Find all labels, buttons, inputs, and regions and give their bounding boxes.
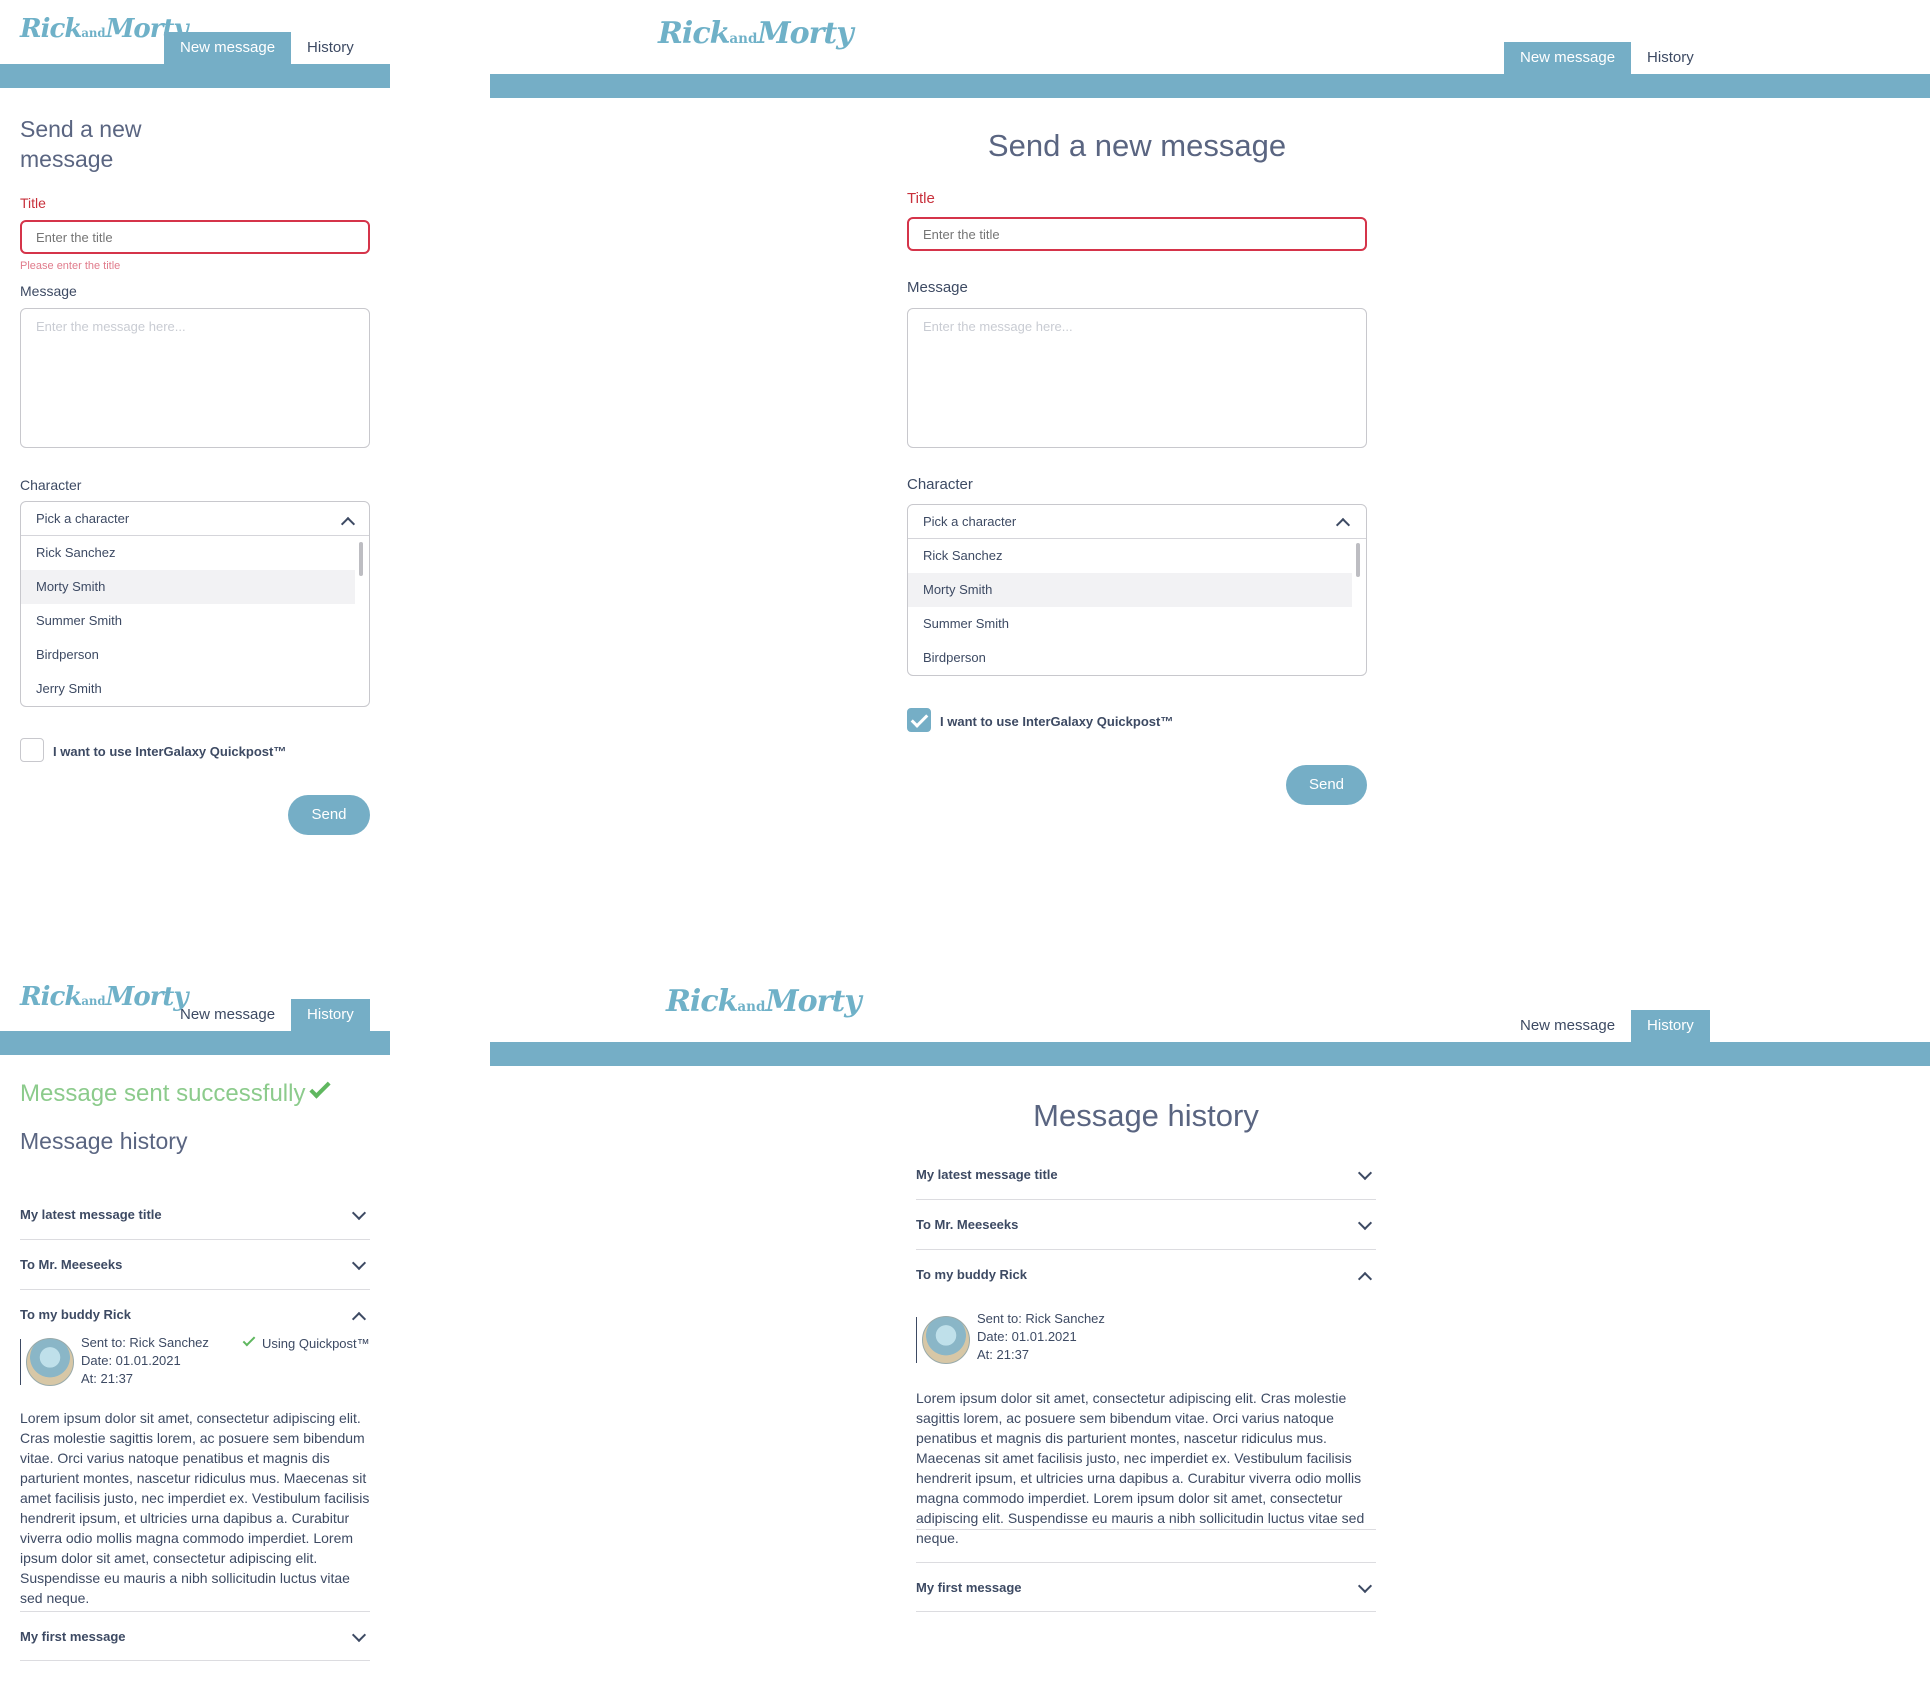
send-button[interactable]: Send <box>288 795 370 835</box>
logo: RickandMorty <box>658 16 854 51</box>
avatar <box>922 1316 970 1364</box>
character-select-head[interactable]: Pick a character <box>21 502 369 536</box>
option-morty[interactable]: Morty Smith <box>908 573 1352 607</box>
message-label: Message <box>907 279 968 296</box>
message-body: Lorem ipsum dolor sit amet, consectetur … <box>20 1410 370 1606</box>
history-item-4[interactable]: My first message <box>20 1611 370 1661</box>
title-label: Title <box>20 195 46 211</box>
character-label: Character <box>20 477 82 493</box>
option-rick[interactable]: Rick Sanchez <box>908 539 1352 573</box>
tab-history[interactable]: History <box>291 999 370 1031</box>
chevron-down-icon[interactable] <box>351 1255 367 1271</box>
nav-tabs: New message History <box>1504 1010 1710 1042</box>
title-input[interactable] <box>907 217 1367 251</box>
avatar-divider <box>916 1317 917 1363</box>
scrollbar[interactable] <box>1356 543 1360 577</box>
tab-history[interactable]: History <box>1631 1010 1710 1042</box>
mobile-new-message-screen: RickandMorty New message History Send a … <box>0 0 390 880</box>
character-select[interactable]: Pick a character Rick Sanchez Morty Smit… <box>907 504 1367 676</box>
character-select[interactable]: Pick a character Rick Sanchez Morty Smit… <box>20 501 370 707</box>
logo: RickandMorty <box>20 14 189 44</box>
character-label: Character <box>907 476 973 493</box>
tab-history[interactable]: History <box>1631 42 1710 74</box>
mobile-history-screen: RickandMorty New message History Message… <box>0 968 390 1708</box>
option-summer[interactable]: Summer Smith <box>908 607 1352 641</box>
title-input[interactable] <box>20 220 370 254</box>
chevron-down-icon[interactable] <box>1357 1215 1373 1231</box>
history-item-1[interactable]: My latest message title <box>20 1190 370 1240</box>
chevron-down-icon[interactable] <box>351 1627 367 1643</box>
avatar <box>26 1338 74 1386</box>
tab-new-message[interactable]: New message <box>1504 1010 1631 1042</box>
option-summer[interactable]: Summer Smith <box>21 604 355 638</box>
desktop-new-message-screen: RickandMorty New message History Send a … <box>490 0 1930 880</box>
scrollbar[interactable] <box>359 542 363 576</box>
chevron-up-icon[interactable] <box>351 1311 367 1327</box>
history-item-4[interactable]: My first message <box>916 1562 1376 1612</box>
chevron-down-icon[interactable] <box>1357 1165 1373 1181</box>
quickpost-label: I want to use InterGalaxy Quickpost™ <box>940 714 1174 729</box>
option-birdperson[interactable]: Birdperson <box>21 638 355 672</box>
quickpost-checkbox[interactable] <box>907 708 931 732</box>
tab-history[interactable]: History <box>291 32 370 64</box>
history-title: Message history <box>1033 1098 1259 1133</box>
chevron-up-icon[interactable] <box>1357 1271 1373 1287</box>
header-bar <box>490 74 1930 98</box>
quickpost-checkbox[interactable] <box>20 738 44 762</box>
tab-new-message[interactable]: New message <box>164 999 291 1031</box>
history-title: Message history <box>20 1128 188 1154</box>
history-item-2[interactable]: To Mr. Meeseeks <box>20 1240 370 1290</box>
chevron-up-icon <box>1335 517 1351 533</box>
header-bar <box>490 1042 1930 1066</box>
title-error-text: Please enter the title <box>20 260 121 272</box>
option-jerry[interactable]: Jerry Smith <box>21 672 355 706</box>
success-message: Message sent successfully <box>20 1077 332 1108</box>
history-item-2[interactable]: To Mr. Meeseeks <box>916 1200 1376 1250</box>
message-label: Message <box>20 283 77 299</box>
header-bar <box>0 64 390 88</box>
nav-tabs: New message History <box>164 999 370 1031</box>
page-title: Send a new message <box>987 128 1287 163</box>
option-birdperson[interactable]: Birdperson <box>908 641 1352 675</box>
message-textarea[interactable]: Enter the message here... <box>907 308 1367 448</box>
nav-tabs: New message History <box>164 32 370 64</box>
message-meta: Sent to: Rick Sanchez Date: 01.01.2021 A… <box>81 1335 209 1386</box>
option-morty[interactable]: Morty Smith <box>21 570 355 604</box>
chevron-down-icon[interactable] <box>1357 1578 1373 1594</box>
title-label: Title <box>907 190 935 207</box>
chevron-up-icon <box>340 516 356 532</box>
message-meta: Sent to: Rick Sanchez Date: 01.01.2021 A… <box>977 1311 1105 1362</box>
logo: RickandMorty <box>666 984 862 1019</box>
chevron-down-icon[interactable] <box>351 1205 367 1221</box>
message-body: Lorem ipsum dolor sit amet, consectetur … <box>916 1390 1365 1546</box>
logo: RickandMorty <box>20 982 189 1012</box>
tab-new-message[interactable]: New message <box>164 32 292 64</box>
avatar-divider <box>20 1339 21 1385</box>
tab-new-message[interactable]: New message <box>1504 42 1632 74</box>
page-title: Send a new message <box>20 116 142 172</box>
checkmark-icon <box>309 1077 332 1099</box>
header-bar <box>0 1031 390 1055</box>
quickpost-label: I want to use InterGalaxy Quickpost™ <box>53 744 287 759</box>
message-textarea[interactable]: Enter the message here... <box>20 308 370 448</box>
quickpost-status: Using Quickpost™ <box>242 1333 370 1351</box>
history-item-1[interactable]: My latest message title <box>916 1150 1376 1200</box>
send-button[interactable]: Send <box>1286 765 1367 805</box>
option-rick[interactable]: Rick Sanchez <box>21 536 355 570</box>
character-select-head[interactable]: Pick a character <box>908 505 1366 539</box>
desktop-history-screen: RickandMorty New message History Message… <box>490 968 1930 1708</box>
nav-tabs: New message History <box>1504 42 1710 74</box>
